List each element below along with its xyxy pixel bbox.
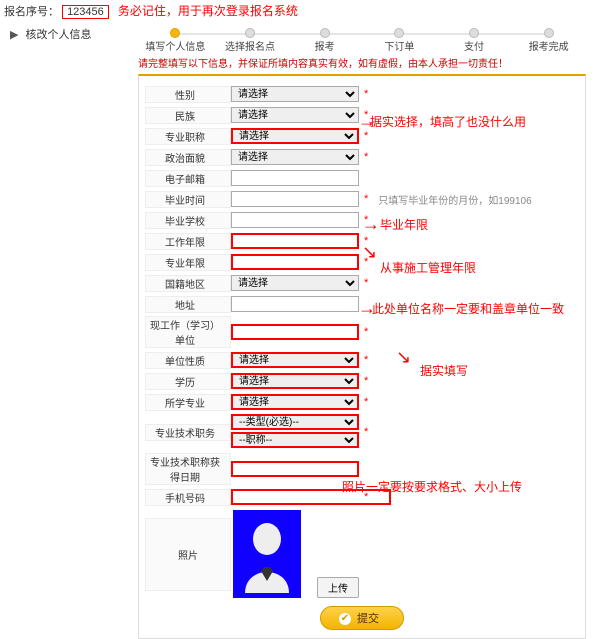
label-zyzc: 专业职称 [145,128,231,145]
select-nation[interactable]: 请选择 [231,107,359,123]
required-star: * [364,354,368,366]
required-star: * [364,396,368,408]
left-nav-item[interactable]: ▶ 核改个人信息 [10,26,92,42]
label-nation: 民族 [145,107,231,124]
label-email: 电子邮箱 [145,170,231,187]
step-label: 下订单 [384,42,414,53]
label-zyjsdate: 专业技术职称获得日期 [145,453,231,485]
required-star: * [364,130,368,142]
input-zyjsdate[interactable] [231,461,359,477]
label-zzmm: 政治面貌 [145,149,231,166]
input-byxx[interactable] [231,212,359,228]
submit-button[interactable]: ✔ 提交 [320,606,404,630]
label-addr: 地址 [145,296,231,313]
annot-1: 据实选择，填高了也没什么用 [370,113,526,130]
input-gznx[interactable] [231,233,359,249]
input-email[interactable] [231,170,359,186]
required-star: * [364,256,368,268]
reg-label: 报名序号： [4,6,59,18]
form-wrap: 性别请选择* 民族请选择* 专业职称请选择* 政治面貌请选择* 电子邮箱 毕业时… [138,74,586,639]
note-bysj: 只填写毕业年份的月份，如199106 [378,192,531,207]
required-star: * [364,277,368,289]
annot-6: 照片一定要按要求格式、大小上传 [342,478,522,495]
input-xgzdw[interactable] [231,324,359,340]
input-bysj[interactable] [231,191,359,207]
top-note: 务必记住，用于再次登录报名系统 [118,4,298,18]
steps-bar: 填写个人信息 选择报名点 报考 下订单 支付 报考完成 [138,29,586,51]
check-icon: ✔ [339,613,351,625]
select-zyzc[interactable]: 请选择 [231,128,359,144]
step-label: 报考 [315,42,335,53]
select-dwxz[interactable]: 请选择 [231,352,359,368]
required-star: * [364,193,368,205]
select-sxzy[interactable]: 请选择 [231,394,359,410]
label-gender: 性别 [145,86,231,103]
annot-4: 此处单位名称一定要和盖章单位一致 [372,300,564,317]
step-label: 报考完成 [529,42,569,53]
left-nav-label: 核改个人信息 [26,29,92,41]
select-gender[interactable]: 请选择 [231,86,359,102]
label-zynx: 专业年限 [145,254,231,271]
select-xl[interactable]: 请选择 [231,373,359,389]
select-zyjszw-type[interactable]: --类型(必选)-- [231,414,359,430]
label-gjdq: 国籍地区 [145,275,231,292]
required-star: * [364,214,368,226]
label-byxx: 毕业学校 [145,212,231,229]
label-sxzy: 所学专业 [145,394,231,411]
annot-3: 从事施工管理年限 [380,259,476,276]
submit-label: 提交 [357,613,379,625]
required-star: * [364,235,368,247]
required-star: * [364,109,368,121]
required-star: * [364,426,368,438]
upload-button[interactable]: 上传 [317,577,359,598]
step-label: 支付 [464,42,484,53]
input-zynx[interactable] [231,254,359,270]
form-hint: 请完整填写以下信息，并保证所填内容真实有效，如有虚假，由本人承担一切责任！ [138,55,586,70]
triangle-icon: ▶ [10,29,18,41]
label-dwxz: 单位性质 [145,352,231,369]
annot-5: 据实填写 [420,362,468,379]
label-xgzdw: 现工作（学习）单位 [145,316,231,348]
reg-number: 123456 [62,5,109,19]
label-xl: 学历 [145,373,231,390]
label-photo: 照片 [145,518,231,591]
required-star: * [364,151,368,163]
annot-2: 毕业年限 [380,216,428,233]
step-label: 填写个人信息 [145,42,205,53]
required-star: * [364,88,368,100]
photo-preview [233,510,301,598]
select-zzmm[interactable]: 请选择 [231,149,359,165]
select-gjdq[interactable]: 请选择 [231,275,359,291]
label-bysj: 毕业时间 [145,191,231,208]
label-mobile: 手机号码 [145,489,231,506]
select-zyjszw-title[interactable]: --职称-- [231,432,359,448]
avatar-icon [239,515,295,593]
required-star: * [364,375,368,387]
input-addr[interactable] [231,296,359,312]
required-star: * [364,326,368,338]
label-zyjszw: 专业技术职务 [145,424,231,441]
step-label: 选择报名点 [225,42,275,53]
label-gznx: 工作年限 [145,233,231,250]
